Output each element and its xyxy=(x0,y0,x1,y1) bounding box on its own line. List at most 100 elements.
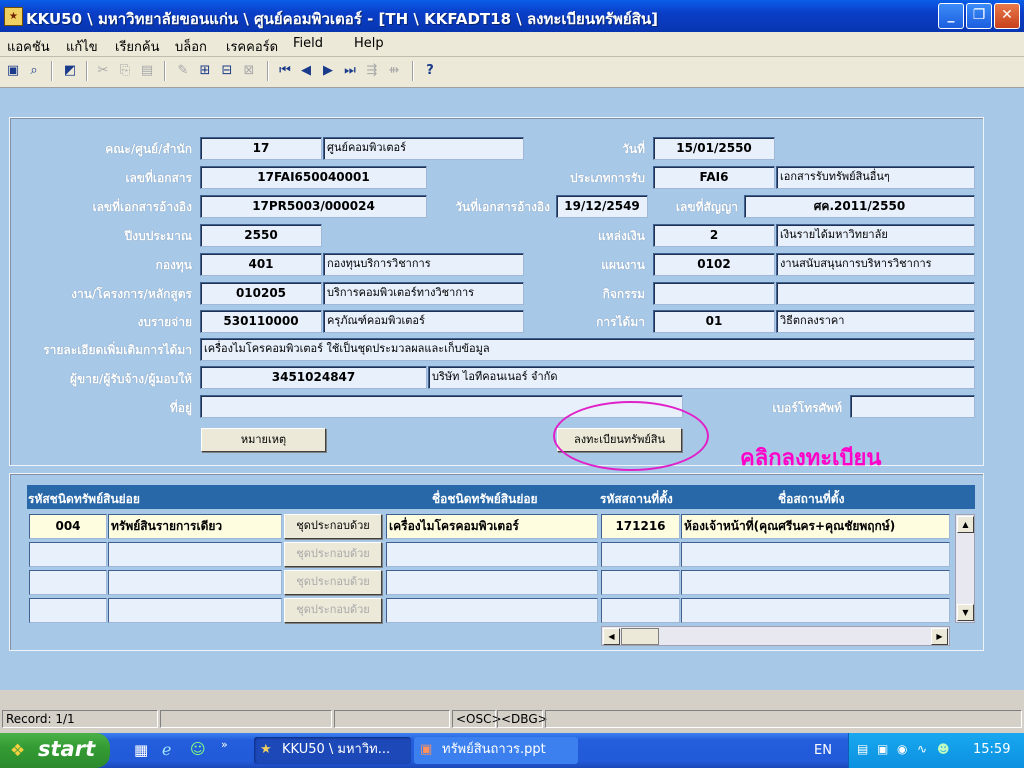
faculty-code-field[interactable]: 17 xyxy=(200,137,322,160)
subtype-code-cell[interactable] xyxy=(29,598,107,623)
vertical-scrollbar[interactable]: ▲ ▼ xyxy=(955,514,975,623)
close-button[interactable]: ✕ xyxy=(994,3,1020,29)
horizontal-scrollbar[interactable]: ◀ ▶ xyxy=(601,626,950,646)
scroll-down-icon[interactable]: ▼ xyxy=(957,604,974,621)
note-button[interactable]: หมายเหตุ xyxy=(201,428,326,452)
acquire-code-field[interactable]: 01 xyxy=(653,310,775,333)
desktop-icon[interactable]: ▦ xyxy=(134,741,148,759)
browser-icon[interactable]: ℯ xyxy=(162,740,171,759)
start-button[interactable]: ❖ start xyxy=(0,733,110,768)
faculty-name-field[interactable]: ศูนย์คอมพิวเตอร์ xyxy=(323,137,524,160)
exit-icon[interactable]: ◩ xyxy=(61,62,79,80)
menu-query[interactable]: เรียกค้น xyxy=(115,36,160,57)
menu-field[interactable]: Field xyxy=(293,36,323,51)
date-field[interactable]: 15/01/2550 xyxy=(653,137,775,160)
messenger-icon[interactable]: ☺ xyxy=(190,740,206,758)
component-button[interactable]: ชุดประกอบด้วย xyxy=(284,514,382,539)
project-code-field[interactable]: 010205 xyxy=(200,282,322,305)
scroll-up-icon[interactable]: ▲ xyxy=(957,516,974,533)
doc-no-field[interactable]: 17FAI650040001 xyxy=(200,166,427,189)
source-name-field[interactable]: เงินรายได้มหาวิทยาลัย xyxy=(776,224,975,247)
tray-display-icon[interactable]: ▣ xyxy=(877,742,888,756)
minimize-button[interactable]: _ xyxy=(938,3,964,29)
next-record-icon[interactable]: ▶ xyxy=(319,62,337,80)
subtype-type-cell[interactable] xyxy=(108,542,282,567)
print-preview-icon[interactable]: ⌕ xyxy=(25,62,43,80)
subtype-name-cell[interactable]: เครื่องไมโครคอมพิวเตอร์ xyxy=(386,514,598,539)
enter-query-icon[interactable]: ⊞ xyxy=(196,62,214,80)
location-code-cell[interactable]: 171216 xyxy=(601,514,680,539)
title-bar[interactable]: ★ KKU50 \ มหาวิทยาลัยขอนแก่น \ ศูนย์คอมพ… xyxy=(0,0,1024,32)
subtype-type-cell[interactable] xyxy=(108,598,282,623)
prev-record-icon[interactable]: ◀ xyxy=(297,62,315,80)
detail-field[interactable]: เครื่องไมโครคอมพิวเตอร์ ใช้เป็นชุดประมวล… xyxy=(200,338,975,361)
component-button[interactable]: ชุดประกอบด้วย xyxy=(284,598,382,623)
subtype-type-cell[interactable]: ทรัพย์สินรายการเดียว xyxy=(108,514,282,539)
menu-edit[interactable]: แก้ไข xyxy=(66,36,98,57)
language-indicator[interactable]: EN xyxy=(814,743,832,758)
expense-code-field[interactable]: 530110000 xyxy=(200,310,322,333)
first-record-icon[interactable]: ⏮ xyxy=(276,62,294,80)
scroll-left-icon[interactable]: ◀ xyxy=(603,628,620,645)
vendor-name-field[interactable]: บริษัท ไอทีคอนเนอร์ จำกัด xyxy=(428,366,975,389)
activity-code-field[interactable] xyxy=(653,282,775,305)
subtype-name-cell[interactable] xyxy=(386,542,598,567)
acquire-name-field[interactable]: วิธีตกลงราคา xyxy=(776,310,975,333)
location-name-cell[interactable] xyxy=(681,598,950,623)
task-powerpoint[interactable]: ▣ ทรัพย์สินถาวร.ppt xyxy=(414,737,578,764)
location-name-cell[interactable] xyxy=(681,570,950,595)
tray-network-icon[interactable]: ▤ xyxy=(857,742,868,756)
project-name-field[interactable]: บริการคอมพิวเตอร์ทางวิชาการ xyxy=(323,282,524,305)
fund-code-field[interactable]: 401 xyxy=(200,253,322,276)
maximize-button[interactable]: ❐ xyxy=(966,3,992,29)
last-record-icon[interactable]: ⏭ xyxy=(341,62,359,80)
location-name-cell[interactable] xyxy=(681,542,950,567)
component-button[interactable]: ชุดประกอบด้วย xyxy=(284,542,382,567)
plan-name-field[interactable]: งานสนับสนุนการบริหารวิชาการ xyxy=(776,253,975,276)
ref-date-field[interactable]: 19/12/2549 xyxy=(556,195,648,218)
tray-user-icon[interactable]: ☻ xyxy=(937,742,950,756)
component-button[interactable]: ชุดประกอบด้วย xyxy=(284,570,382,595)
menu-help[interactable]: Help xyxy=(354,36,384,51)
insert-record-icon[interactable]: ⇶ xyxy=(363,62,381,80)
copy-icon[interactable]: ⎘ xyxy=(116,62,134,80)
paste-icon[interactable]: ▤ xyxy=(138,62,156,80)
budget-year-field[interactable]: 2550 xyxy=(200,224,322,247)
cut-icon[interactable]: ✂ xyxy=(94,62,112,80)
receive-type-name-field[interactable]: เอกสารรับทรัพย์สินอื่นๆ xyxy=(776,166,975,189)
quicklaunch-more-icon[interactable]: » xyxy=(221,738,228,751)
subtype-code-cell[interactable]: 004 xyxy=(29,514,107,539)
location-code-cell[interactable] xyxy=(601,598,680,623)
subtype-type-cell[interactable] xyxy=(108,570,282,595)
scroll-thumb[interactable] xyxy=(621,628,659,645)
fund-name-field[interactable]: กองทุนบริการวิชาการ xyxy=(323,253,524,276)
receive-type-code-field[interactable]: FAI6 xyxy=(653,166,775,189)
subtype-code-cell[interactable] xyxy=(29,542,107,567)
tray-monitor-icon[interactable]: ∿ xyxy=(917,742,927,756)
menu-block[interactable]: บล็อก xyxy=(175,36,207,57)
plan-code-field[interactable]: 0102 xyxy=(653,253,775,276)
location-code-cell[interactable] xyxy=(601,542,680,567)
source-code-field[interactable]: 2 xyxy=(653,224,775,247)
execute-query-icon[interactable]: ⊟ xyxy=(218,62,236,80)
menu-action[interactable]: แอคชัน xyxy=(7,36,50,57)
subtype-name-cell[interactable] xyxy=(386,598,598,623)
ref-doc-field[interactable]: 17PR5003/000024 xyxy=(200,195,427,218)
location-name-cell[interactable]: ห้องเจ้าหน้าที่(คุณศรีนคร+คุณชัยพฤกษ์) xyxy=(681,514,950,539)
help-icon[interactable]: ? xyxy=(421,62,439,80)
save-icon[interactable]: ▣ xyxy=(4,62,22,80)
menu-record[interactable]: เรคคอร์ด xyxy=(226,36,278,57)
vendor-code-field[interactable]: 3451024847 xyxy=(200,366,427,389)
location-code-cell[interactable] xyxy=(601,570,680,595)
cancel-query-icon[interactable]: ⊠ xyxy=(240,62,258,80)
phone-field[interactable] xyxy=(850,395,975,418)
app-icon[interactable]: ★ xyxy=(4,7,23,26)
tray-volume-icon[interactable]: ◉ xyxy=(897,742,907,756)
scroll-right-icon[interactable]: ▶ xyxy=(931,628,948,645)
subtype-code-cell[interactable] xyxy=(29,570,107,595)
contract-field[interactable]: ศค.2011/2550 xyxy=(744,195,975,218)
activity-name-field[interactable] xyxy=(776,282,975,305)
task-kku50[interactable]: ★ KKU50 \ มหาวิท... xyxy=(254,737,411,764)
subtype-name-cell[interactable] xyxy=(386,570,598,595)
clear-icon[interactable]: ✎ xyxy=(174,62,192,80)
